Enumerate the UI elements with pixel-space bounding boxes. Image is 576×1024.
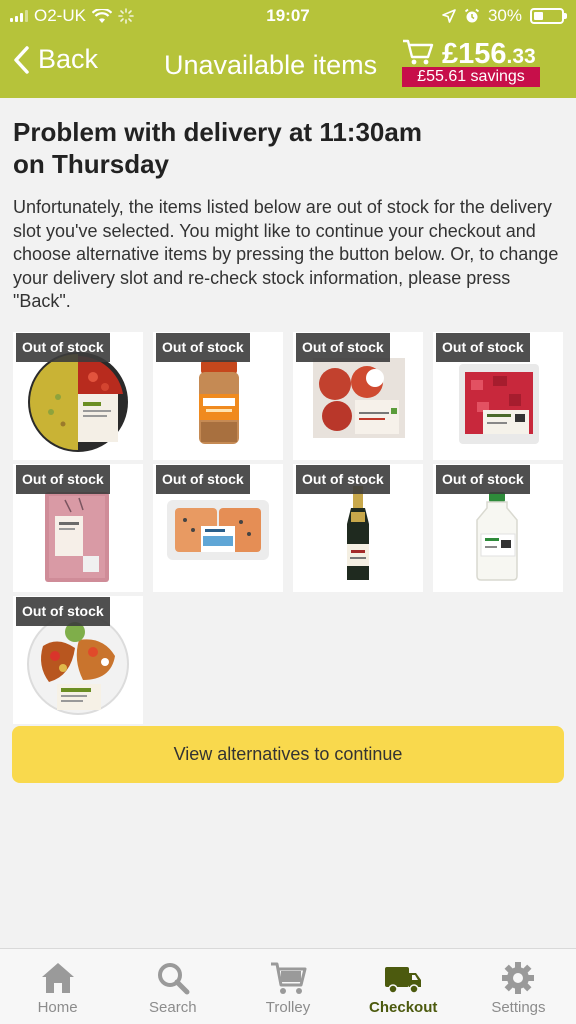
out-of-stock-badge: Out of stock bbox=[436, 465, 530, 494]
chevron-left-icon bbox=[14, 45, 29, 74]
heading-line-1: Problem with delivery at 11:30am bbox=[13, 117, 422, 147]
back-label: Back bbox=[38, 44, 99, 74]
battery-percent: 30% bbox=[487, 6, 522, 25]
out-of-stock-badge: Out of stock bbox=[16, 465, 110, 494]
tab-settings[interactable]: Settings bbox=[461, 949, 576, 1024]
tab-search[interactable]: Search bbox=[115, 949, 230, 1024]
tab-home[interactable]: Home bbox=[0, 949, 115, 1024]
page-title: Unavailable items bbox=[164, 50, 378, 80]
battery-icon bbox=[530, 8, 567, 24]
status-bar: O2-UK 19:07 30% bbox=[0, 0, 576, 32]
tab-checkout[interactable]: Checkout bbox=[346, 949, 461, 1024]
view-alternatives-button[interactable]: View alternatives to continue bbox=[12, 726, 564, 783]
tab-label: Trolley bbox=[265, 999, 311, 1016]
tab-label: Search bbox=[149, 999, 197, 1016]
tab-trolley[interactable]: Trolley bbox=[230, 949, 345, 1024]
out-of-stock-badge: Out of stock bbox=[436, 333, 530, 362]
bottom-tab-bar: Home Search Trolley Checkout Settings bbox=[0, 948, 576, 1024]
price-pence: .33 bbox=[506, 45, 536, 68]
back-button[interactable]: Back bbox=[12, 44, 98, 75]
product-tile[interactable]: Out of stock bbox=[153, 332, 283, 460]
home-icon bbox=[41, 963, 74, 993]
trolley-total[interactable]: £156.33 £55.61 savings bbox=[402, 38, 540, 90]
out-of-stock-badge: Out of stock bbox=[296, 465, 390, 494]
product-tile[interactable]: Out of stock bbox=[13, 332, 143, 460]
alarm-icon bbox=[464, 8, 480, 23]
main-content: Problem with delivery at 11:30am on Thur… bbox=[13, 116, 565, 314]
out-of-stock-badge: Out of stock bbox=[296, 333, 390, 362]
info-message: Unfortunately, the items listed below ar… bbox=[13, 197, 559, 311]
status-right: 30% bbox=[442, 6, 567, 26]
product-tile[interactable]: Out of stock bbox=[13, 464, 143, 592]
tab-label: Settings bbox=[491, 999, 546, 1016]
price-pounds: £156 bbox=[442, 38, 507, 70]
tab-label: Home bbox=[37, 999, 78, 1016]
out-of-stock-badge: Out of stock bbox=[156, 333, 250, 362]
trolley-icon bbox=[403, 39, 434, 65]
product-tile[interactable]: Out of stock bbox=[293, 332, 423, 460]
product-tile[interactable]: Out of stock bbox=[13, 596, 143, 724]
out-of-stock-badge: Out of stock bbox=[16, 333, 110, 362]
unavailable-items-grid: Out of stock Out of stock Out of stock O… bbox=[13, 332, 565, 724]
product-tile[interactable]: Out of stock bbox=[293, 464, 423, 592]
product-tile[interactable]: Out of stock bbox=[433, 332, 563, 460]
delivery-van-icon bbox=[385, 967, 422, 994]
savings-badge: £55.61 savings bbox=[402, 67, 540, 87]
header-bar: O2-UK 19:07 30% Back Unavailable items £… bbox=[0, 0, 576, 98]
out-of-stock-badge: Out of stock bbox=[156, 465, 250, 494]
out-of-stock-badge: Out of stock bbox=[16, 597, 110, 626]
heading-line-2: on Thursday bbox=[13, 149, 170, 179]
tab-label: Checkout bbox=[369, 999, 438, 1016]
page-heading: Problem with delivery at 11:30am on Thur… bbox=[13, 116, 565, 180]
trolley-icon bbox=[271, 962, 307, 994]
gear-icon bbox=[502, 962, 535, 994]
search-icon bbox=[157, 963, 190, 995]
product-tile[interactable]: Out of stock bbox=[153, 464, 283, 592]
location-arrow-icon bbox=[442, 9, 456, 23]
product-tile[interactable]: Out of stock bbox=[433, 464, 563, 592]
